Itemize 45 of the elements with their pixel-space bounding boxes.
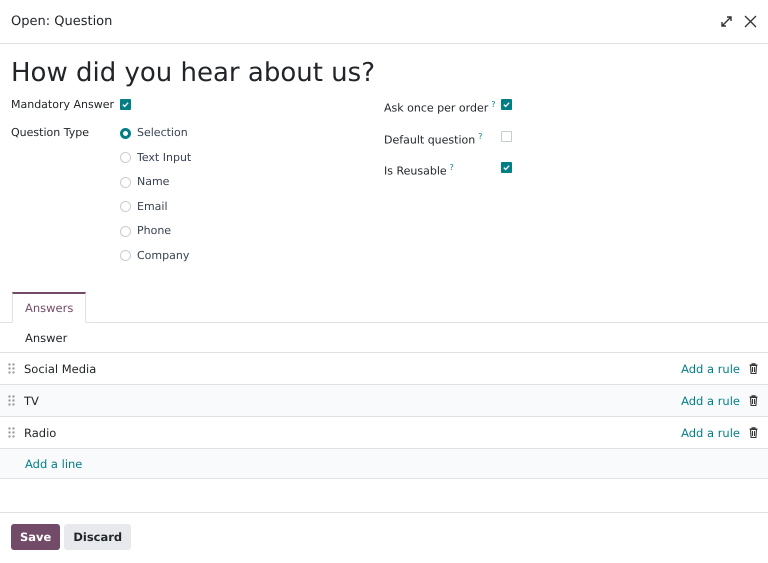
checkbox[interactable]: [120, 99, 131, 110]
add-rule-link[interactable]: Add a rule: [681, 394, 740, 408]
table-cell-text: Social Media: [24, 362, 98, 376]
drag-handle-icon[interactable]: [8, 395, 16, 406]
add-line-link[interactable]: Add a line: [25, 456, 82, 470]
question-title: How did you hear about us?: [11, 58, 376, 88]
save-button[interactable]: Save: [11, 524, 60, 550]
discard-button[interactable]: Discard: [64, 524, 132, 550]
option-label[interactable]: Company: [137, 246, 190, 264]
help-mark[interactable]: ?: [491, 100, 496, 109]
add-rule-link[interactable]: Add a rule: [681, 362, 740, 376]
field-label: Question Type: [11, 125, 90, 141]
column-header: Answer: [25, 330, 68, 344]
field-label: Mandatory Answer: [11, 97, 116, 113]
radio-button[interactable]: [120, 176, 131, 188]
field-label: Default question: [384, 133, 476, 146]
option-label[interactable]: Selection: [137, 124, 188, 142]
delete-icon[interactable]: [749, 363, 758, 374]
tab[interactable]: Answers: [12, 292, 86, 323]
table-cell-text: TV: [24, 394, 40, 408]
radio-button[interactable]: [120, 201, 131, 212]
option-label[interactable]: Email: [137, 198, 168, 216]
drag-handle-icon[interactable]: [8, 363, 16, 374]
checkbox[interactable]: [501, 130, 512, 142]
radio-button[interactable]: [120, 128, 131, 138]
field-label: Is Reusable: [384, 164, 447, 178]
checkbox[interactable]: [501, 162, 512, 174]
radio-button[interactable]: [120, 250, 131, 261]
radio-button[interactable]: [120, 226, 131, 236]
drag-handle-icon[interactable]: [8, 427, 16, 438]
checkbox[interactable]: [501, 99, 512, 110]
help-mark[interactable]: ?: [478, 132, 482, 141]
option-label[interactable]: Name: [137, 173, 170, 191]
option-label[interactable]: Phone: [137, 222, 172, 240]
field-label: Ask once per order: [384, 102, 488, 115]
expand-icon[interactable]: [721, 16, 732, 27]
window-title: Open: Question: [11, 14, 114, 29]
option-label[interactable]: Text Input: [137, 148, 192, 166]
delete-icon[interactable]: [749, 395, 758, 406]
help-mark[interactable]: ?: [450, 163, 454, 172]
add-rule-link[interactable]: Add a rule: [681, 426, 740, 440]
close-icon[interactable]: [744, 15, 757, 28]
radio-button[interactable]: [120, 152, 131, 163]
delete-icon[interactable]: [749, 427, 758, 438]
table-cell-text: Radio: [24, 426, 58, 440]
